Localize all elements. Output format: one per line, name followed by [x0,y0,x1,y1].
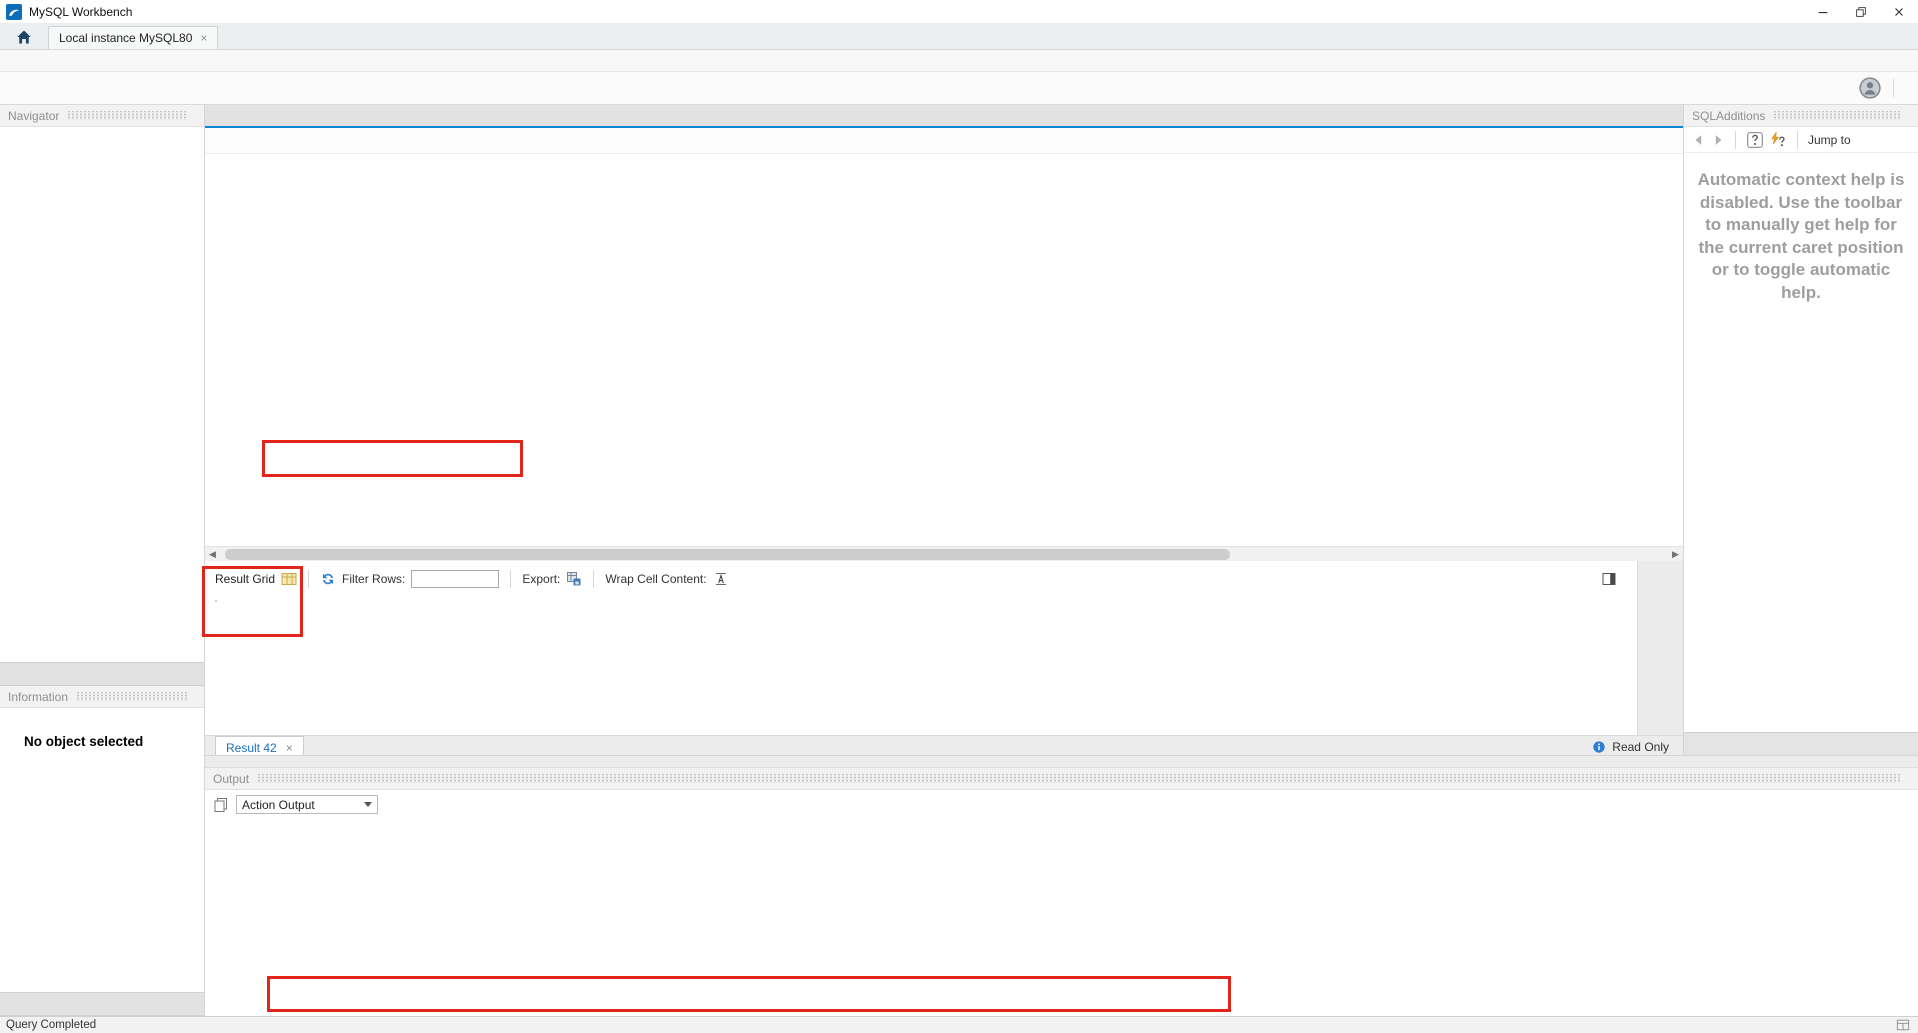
result-toolbar: Result Grid Filter Rows: Export: Wrap Ce… [205,561,1637,591]
layout-grid-icon[interactable] [1896,1018,1910,1032]
panel-splitter[interactable] [205,755,1918,768]
context-help-icon[interactable] [1746,131,1764,149]
forward-icon[interactable] [1711,133,1725,147]
information-title: Information [8,689,69,704]
navigator-title: Navigator [8,108,60,123]
window-title: MySQL Workbench [29,4,133,19]
output-type-dropdown[interactable]: Action Output [236,795,378,814]
read-only-label: Read Only [1612,740,1669,754]
chevron-down-icon [364,802,372,807]
result-side-toolbar [1637,561,1683,735]
no-object-selected-text: No object selected [24,734,144,749]
back-icon[interactable] [1692,133,1706,147]
sql-additions-toolbar: Jump to [1684,127,1918,153]
action-output-table [205,816,1918,1016]
read-only-indicator: Read Only [1592,740,1677,754]
info-icon [1592,740,1606,754]
result-main: Result Grid Filter Rows: Export: Wrap Ce… [205,561,1637,735]
close-button[interactable] [1880,0,1918,23]
main-toolbar-right [1857,76,1912,100]
context-help-body: Automatic context help is disabled. Use … [1684,153,1918,732]
wrap-cell-label: Wrap Cell Content: [605,572,707,586]
result-tab-close-icon[interactable]: × [286,741,293,755]
menu-bar [0,50,1918,72]
main-toolbar [0,72,1918,105]
minimize-icon [1816,5,1830,19]
information-header: Information [0,686,204,708]
window-controls [1804,0,1918,23]
editor-region: ◀ ▶ Result Grid Filter Rows: Export: Wra… [205,105,1683,758]
connection-tab[interactable]: Local instance MySQL80 × [48,26,219,49]
jump-to-dropdown[interactable]: Jump to [1808,133,1851,147]
editor-toolbar [205,128,1683,154]
minimize-button[interactable] [1804,0,1842,23]
result-area: Result Grid Filter Rows: Export: Wrap Ce… [205,561,1683,735]
export-label: Export: [522,572,561,586]
output-panel: Output Action Output [205,755,1918,1016]
title-bar: MySQL Workbench [0,0,1918,24]
close-icon [1892,5,1906,19]
output-type-value: Action Output [242,797,315,812]
result-grid [215,600,217,602]
sidebar-tabs [0,662,204,686]
upper-area: ◀ ▶ Result Grid Filter Rows: Export: Wra… [205,105,1918,758]
status-bar: Query Completed [0,1016,1918,1033]
panel-grip[interactable] [76,692,188,701]
output-title: Output [213,771,250,786]
home-icon [15,28,33,46]
panel-grip[interactable] [67,111,188,120]
panel-grip[interactable] [1773,111,1902,120]
wrap-cell-icon[interactable] [713,571,729,587]
mysql-workbench-window: MySQL Workbench Local instance MySQL80 ×… [0,0,1918,1033]
workspace: Navigator Information No object selected [0,105,1918,1016]
auto-context-help-icon[interactable] [1769,131,1787,149]
scroll-right-arrow-icon[interactable]: ▶ [1668,547,1683,562]
panel-grip[interactable] [257,774,1902,783]
result-tab-label: Result 42 [226,740,277,755]
navigator-header: Navigator [0,105,204,127]
sql-editor[interactable] [205,154,1683,546]
export-icon[interactable] [566,571,582,587]
mysql-logo-icon [6,3,22,20]
toolbar-separator [308,570,310,588]
toolbar-separator [1893,79,1894,97]
object-info-tabs [0,992,204,1016]
scrollbar-thumb[interactable] [225,549,1230,560]
query-tab-bar [205,105,1683,128]
account-icon[interactable] [1857,76,1883,100]
output-toolbar: Action Output [205,790,1918,816]
navigator-sidebar: Navigator Information No object selected [0,105,205,1016]
toolbar-separator [1797,130,1798,149]
navigator-tree [0,127,204,662]
editor-horizontal-scrollbar: ◀ ▶ [205,546,1683,561]
connection-tab-label: Local instance MySQL80 [59,31,193,45]
refresh-icon[interactable] [320,571,336,587]
main-area: ◀ ▶ Result Grid Filter Rows: Export: Wra… [205,105,1918,1016]
scrollbar-track[interactable] [220,547,1668,561]
sql-additions-panel: SQLAdditions Jump to Automatic context h… [1683,105,1918,755]
collapse-panel-icon[interactable] [1601,571,1617,587]
connection-tab-bar: Local instance MySQL80 × [0,24,1918,50]
toolbar-separator [593,570,595,588]
restore-icon [1854,5,1868,19]
filter-rows-label: Filter Rows: [342,572,406,586]
result-grid-label: Result Grid [215,572,276,586]
sql-additions-header: SQLAdditions [1684,105,1918,127]
filter-rows-input[interactable] [411,570,500,588]
grid-mini-icon [281,571,297,587]
output-header: Output [205,768,1918,790]
connection-tab-close-icon[interactable]: × [200,31,207,45]
information-panel: No object selected [0,708,204,992]
scroll-left-arrow-icon[interactable]: ◀ [205,547,220,562]
toolbar-separator [510,570,512,588]
home-button[interactable] [0,24,48,49]
toolbar-separator [1735,130,1736,149]
status-text: Query Completed [6,1019,97,1031]
action-output-icon [213,797,229,813]
restore-button[interactable] [1842,0,1880,23]
sql-additions-title: SQLAdditions [1692,108,1766,123]
context-help-text: Automatic context help is disabled. Use … [1697,170,1905,303]
help-tabs [1684,732,1918,755]
